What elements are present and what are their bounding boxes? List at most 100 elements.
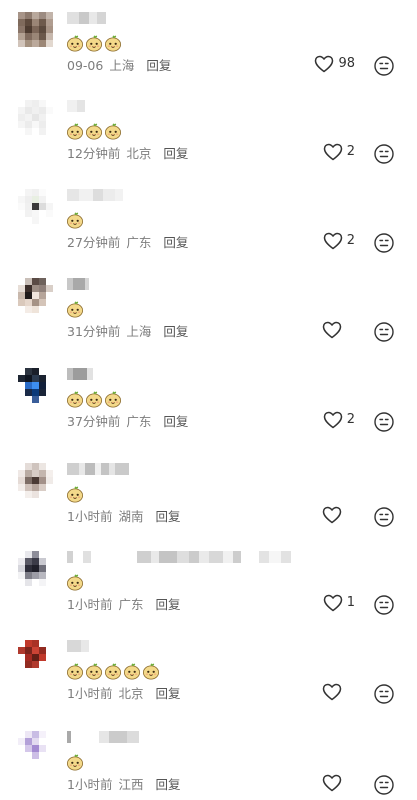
neutral-face-icon [374,412,394,432]
bread-face-emoji [66,34,84,52]
avatar[interactable] [18,463,53,498]
reply-button[interactable]: 回复 [155,509,180,524]
comment-emoji-content [66,211,84,231]
bread-face-emoji [104,122,122,140]
heart-outline-icon [323,232,342,250]
bread-face-emoji [66,753,84,771]
dislike-button[interactable] [373,683,395,709]
like-button[interactable]: 98 [314,55,355,73]
comment-meta: 09-06 上海 回复 [67,58,171,74]
reply-button[interactable]: 回复 [163,324,188,339]
bread-face-emoji [85,122,103,140]
bread-face-emoji [66,485,84,503]
reply-button[interactable]: 回复 [163,146,188,161]
comment-time: 37分钟前 [67,414,121,429]
bread-face-emoji [104,662,122,680]
like-count: 2 [346,412,355,427]
comment-time: 12分钟前 [67,146,121,161]
heart-outline-icon [322,321,342,339]
comment-meta: 12分钟前 北京 回复 [67,146,188,162]
username-blurred[interactable] [67,463,129,475]
heart-outline-icon [323,411,342,429]
like-button[interactable] [322,774,342,792]
comment-location: 北京 [126,146,152,161]
dislike-button[interactable] [373,411,395,437]
reply-button[interactable]: 回复 [155,597,180,612]
avatar[interactable] [18,12,53,47]
username-blurred[interactable] [67,640,89,652]
dislike-button[interactable] [373,55,395,81]
username-blurred[interactable] [67,278,89,290]
username-blurred[interactable] [67,551,291,563]
like-button[interactable]: 1 [323,594,355,612]
bread-face-emoji [66,211,84,229]
reply-button[interactable]: 回复 [155,777,180,792]
bread-face-emoji [66,390,84,408]
heart-outline-icon [322,506,342,524]
comment-time: 1小时前 [67,509,113,524]
comment-location: 广东 [126,235,152,250]
bread-face-emoji [123,662,141,680]
like-count: 1 [346,595,355,610]
reply-button[interactable]: 回复 [146,58,171,73]
bread-face-emoji [66,122,84,140]
bread-face-emoji [104,390,122,408]
username-blurred[interactable] [67,12,106,24]
like-button[interactable] [322,321,342,339]
avatar[interactable] [18,640,53,675]
bread-face-emoji [104,34,122,52]
comment-meta: 37分钟前 广东 回复 [67,414,188,430]
bread-face-emoji [85,662,103,680]
like-button[interactable]: 2 [323,143,355,161]
dislike-button[interactable] [373,143,395,169]
heart-outline-icon [315,55,334,73]
bread-face-emoji [66,573,84,591]
like-button[interactable]: 2 [323,411,355,429]
comment-location: 湖南 [118,509,144,524]
like-button[interactable]: 2 [323,232,355,250]
avatar[interactable] [18,368,53,403]
reply-button[interactable]: 回复 [155,686,180,701]
avatar[interactable] [18,731,53,766]
neutral-face-icon [374,144,394,164]
comment-time: 1小时前 [67,777,113,792]
reply-button[interactable]: 回复 [163,235,188,250]
bread-face-emoji [85,34,103,52]
comment-location: 上海 [126,324,152,339]
neutral-face-icon [374,233,394,253]
comment-emoji-content [66,485,84,505]
username-blurred[interactable] [67,100,85,112]
bread-face-emoji [66,662,84,680]
reply-button[interactable]: 回复 [163,414,188,429]
avatar[interactable] [18,189,53,224]
dislike-button[interactable] [373,774,395,800]
username-blurred[interactable] [67,368,93,380]
avatar[interactable] [18,551,53,586]
dislike-button[interactable] [373,594,395,620]
comment-time: 1小时前 [67,597,113,612]
heart-outline-icon [322,683,342,701]
comment-emoji-content [66,122,122,142]
dislike-button[interactable] [373,506,395,532]
username-blurred[interactable] [67,189,123,201]
comment-time: 27分钟前 [67,235,121,250]
avatar[interactable] [18,100,53,135]
comment-location: 江西 [118,777,144,792]
avatar[interactable] [18,278,53,313]
neutral-face-icon [374,595,394,615]
like-count: 2 [346,233,355,248]
comment-location: 广东 [126,414,152,429]
comment-emoji-content [66,573,84,593]
like-button[interactable] [322,506,342,524]
neutral-face-icon [374,684,394,704]
bread-face-emoji [66,300,84,318]
dislike-button[interactable] [373,321,395,347]
username-blurred[interactable] [67,731,139,743]
neutral-face-icon [374,56,394,76]
comment-emoji-content [66,662,160,682]
heart-outline-icon [323,143,342,161]
like-button[interactable] [322,683,342,701]
dislike-button[interactable] [373,232,395,258]
like-count: 2 [346,144,355,159]
comment-location: 北京 [118,686,144,701]
